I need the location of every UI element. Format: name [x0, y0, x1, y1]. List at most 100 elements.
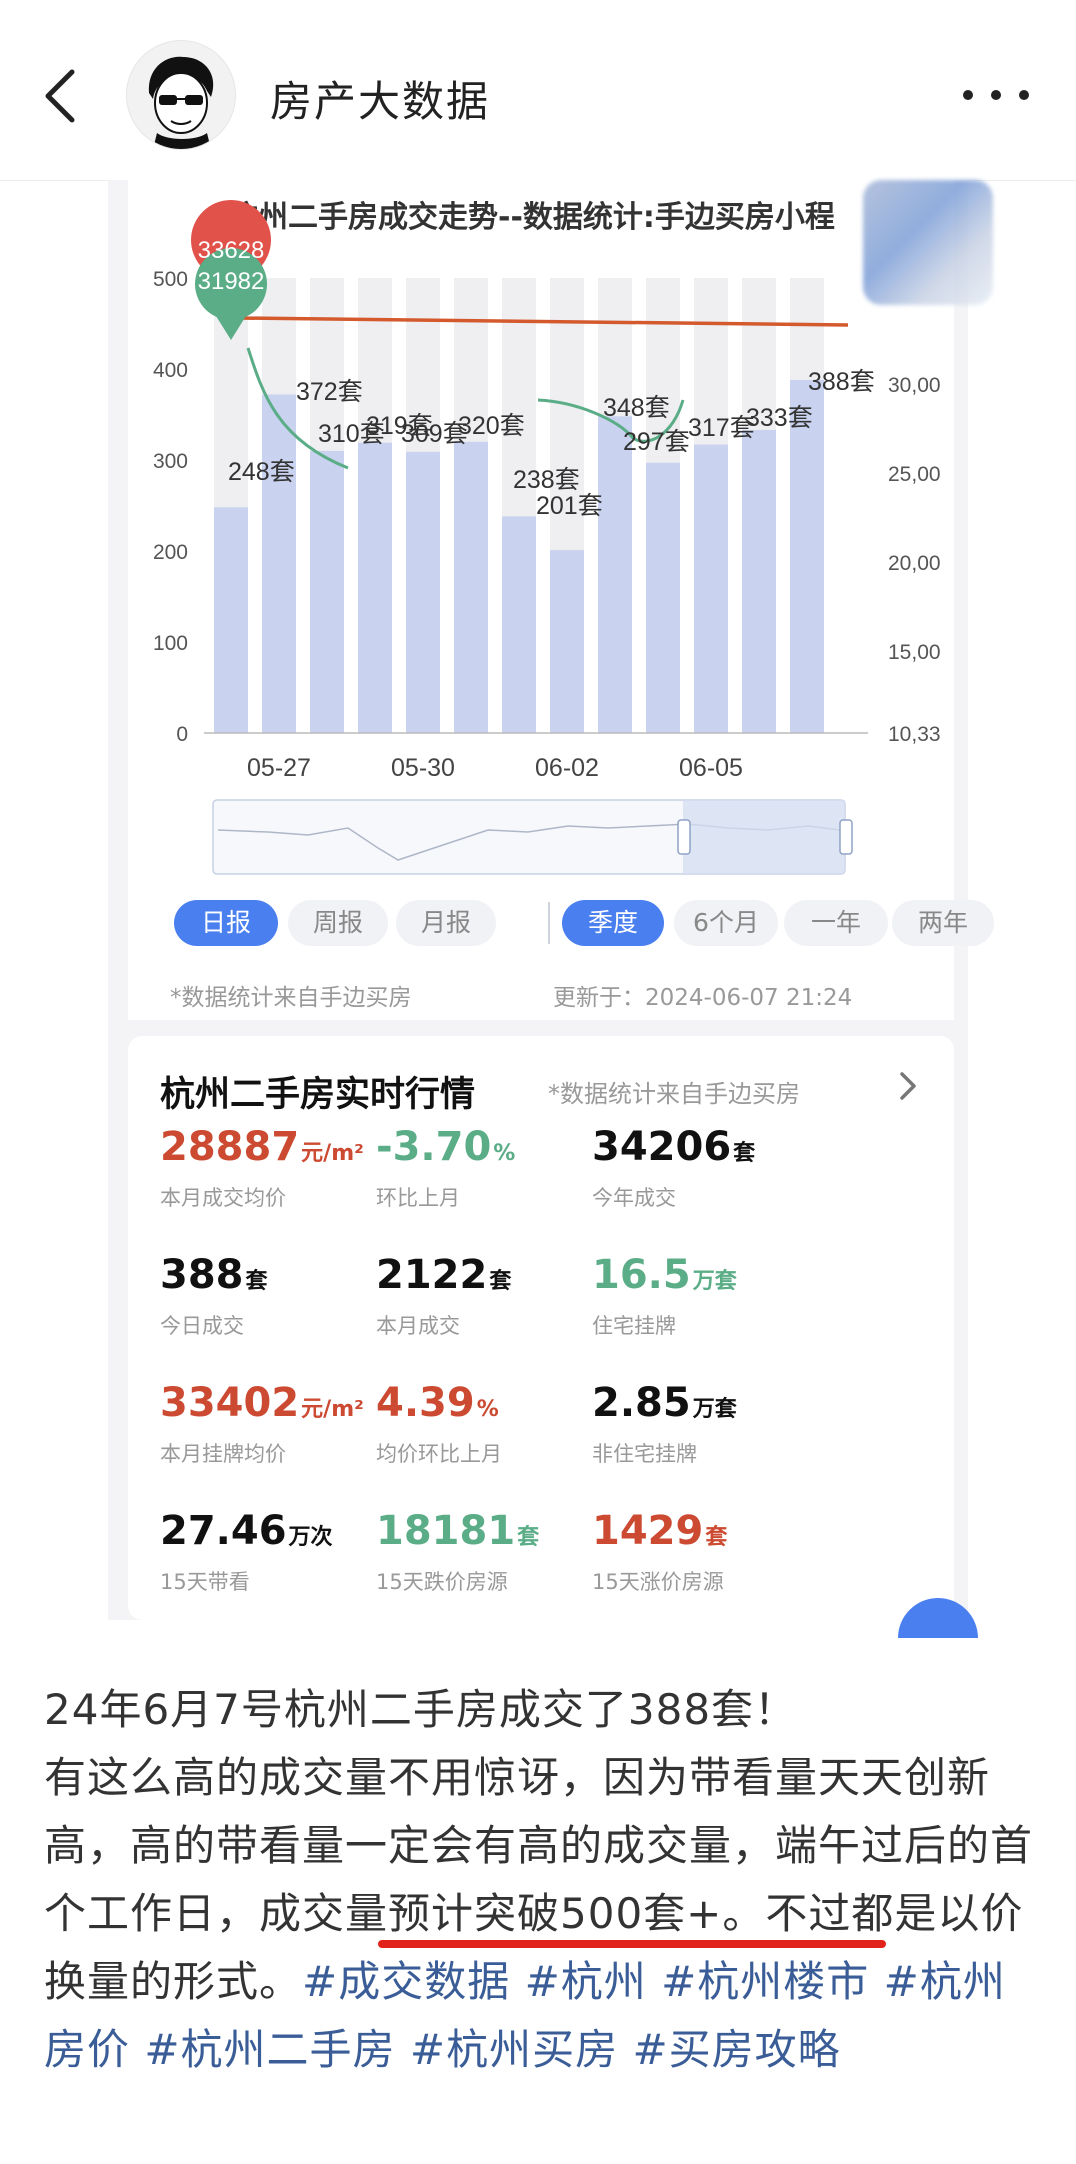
market-subtitle: *数据统计来自手边买房	[548, 1080, 800, 1108]
highlight-underline	[378, 1940, 886, 1948]
avatar-portrait-icon	[148, 56, 214, 149]
post-highlight: 成交量预计突破500套+	[259, 1889, 723, 1938]
tab-weekly[interactable]: 周报	[288, 900, 388, 946]
post-first-line: 24年6月7号杭州二手房成交了388套！	[44, 1685, 798, 1734]
y2-axis-tick-label: 25,00	[888, 463, 941, 486]
stat-number: 2122	[376, 1252, 488, 1298]
stat-number: 33402	[160, 1380, 300, 1426]
more-dots-icon	[963, 90, 1029, 100]
tab-daily[interactable]: 日报	[174, 900, 278, 946]
bar-value-label: 348套	[603, 394, 670, 422]
bar	[262, 394, 296, 733]
bar-value-label: 201套	[536, 492, 603, 520]
tab-one-year[interactable]: 一年	[784, 900, 888, 946]
bar	[646, 462, 680, 733]
stat-number: 34206	[592, 1124, 732, 1170]
chevron-left-icon	[45, 69, 75, 123]
y-axis-tick-label: 0	[176, 723, 188, 746]
bar	[406, 451, 440, 733]
market-more-button[interactable]	[888, 1066, 928, 1106]
y-axis-tick-label: 500	[153, 268, 188, 291]
stat-label: 今年成交	[592, 1186, 676, 1210]
stat-number: 2.85	[592, 1380, 691, 1426]
bar	[598, 416, 632, 733]
bar-value-label: 238套	[513, 466, 580, 494]
post-image[interactable]: 杭州二手房成交走势--数据统计:手边买房小程 0 100 200 300 400 500 1…	[108, 180, 994, 1638]
market-title: 杭州二手房实时行情	[160, 1075, 476, 1115]
bar	[502, 516, 536, 733]
y-axis-tick-label: 300	[153, 450, 188, 473]
stat-number: -3.70	[376, 1124, 492, 1170]
peak-value-label: 31982	[198, 268, 265, 295]
stat-unit: 套	[517, 1525, 540, 1550]
stat-unit: 套	[705, 1525, 728, 1550]
bar	[550, 550, 584, 733]
tab-divider	[548, 902, 550, 944]
post-body: 24年6月7号杭州二手房成交了388套！ 有这么高的成交量不用惊讶，因为带看量天…	[44, 1676, 1034, 2084]
stat-item: 1429套 15天涨价房源	[592, 1508, 852, 1618]
stat-item: 2.85万套 非住宅挂牌	[592, 1380, 852, 1490]
stat-unit: 套	[733, 1141, 756, 1166]
hashtag[interactable]: #杭州买房	[396, 2025, 619, 2074]
y-axis-tick-label: 400	[153, 359, 188, 382]
more-button[interactable]	[956, 70, 1036, 120]
hashtag[interactable]: #杭州楼市	[647, 1957, 870, 2006]
bar-value-label: 248套	[228, 458, 295, 486]
stat-unit: 元/m²	[301, 1141, 364, 1166]
y-axis-tick-label: 200	[153, 541, 188, 564]
hashtag[interactable]: #杭州二手房	[130, 2025, 396, 2074]
x-axis-tick-label: 05-27	[247, 754, 311, 782]
stat-unit: %	[493, 1141, 516, 1166]
bar	[310, 450, 344, 733]
stat-label: 15天涨价房源	[592, 1570, 724, 1594]
x-axis-tick-label: 05-30	[391, 754, 455, 782]
avatar[interactable]	[126, 40, 236, 150]
deal-trend-chart: 0 100 200 300 400 500 10,33 15,00 20,00 25,00 30,0…	[153, 200, 941, 875]
updated-time: 更新于：2024-06-07 21:24	[553, 985, 853, 1011]
bar	[694, 444, 728, 733]
zoom-slider-selection	[683, 800, 845, 874]
market-card: 杭州二手房实时行情 *数据统计来自手边买房 28887元/m² 本月成交均价 -3.…	[128, 1036, 954, 1620]
tab-6-months[interactable]: 6个月	[674, 900, 778, 946]
x-axis-tick-label: 06-05	[679, 754, 743, 782]
source-note: *数据统计来自手边买房	[170, 985, 412, 1011]
stat-unit: 元/m²	[301, 1397, 364, 1422]
zoom-slider-handle-left	[677, 819, 691, 855]
bar	[454, 441, 488, 733]
bar	[742, 429, 776, 733]
stat-unit: 万套	[692, 1397, 737, 1422]
stat-value: 16.5万套	[592, 1252, 852, 1298]
stat-number: 4.39	[376, 1380, 475, 1426]
page-title: 房产大数据	[270, 77, 491, 126]
stat-item: 34206套今年成交	[592, 1124, 852, 1234]
tab-monthly[interactable]: 月报	[396, 900, 496, 946]
tab-two-years[interactable]: 两年	[892, 900, 994, 946]
tab-quarter[interactable]: 季度	[562, 900, 664, 946]
hashtag[interactable]: #成交数据	[302, 1957, 510, 2006]
stat-number: 27.46	[160, 1508, 287, 1554]
bar	[358, 442, 392, 733]
back-button[interactable]	[36, 60, 96, 130]
stat-unit: 万套	[692, 1269, 737, 1294]
post-paragraph: 有这么高的成交量不用惊讶，因为带看量天天创新高，高的带看量一定会有高的成交量，端…	[44, 1744, 1034, 2084]
stat-value: 1429套	[592, 1508, 852, 1554]
stat-unit: %	[476, 1397, 499, 1422]
stat-number: 16.5	[592, 1252, 691, 1298]
stat-value: 34206套	[592, 1124, 852, 1170]
hashtag[interactable]: #买房攻略	[618, 2025, 841, 2074]
y2-axis-tick-label: 10,33	[888, 723, 941, 746]
zoom-slider-handle-right	[839, 819, 853, 855]
stat-value: 2.85万套	[592, 1380, 852, 1426]
bar	[214, 507, 248, 733]
x-axis-tick-label: 06-02	[535, 754, 599, 782]
stat-unit: 套	[245, 1269, 268, 1294]
bar-value-label: 320套	[458, 412, 525, 440]
hashtag[interactable]: #杭州	[510, 1957, 647, 2006]
peak-value-label: 33628	[198, 237, 265, 264]
stat-number: 1429	[592, 1508, 704, 1554]
stat-unit: 万次	[288, 1525, 333, 1550]
bar-value-label: 317套	[688, 414, 755, 442]
y2-axis-tick-label: 15,00	[888, 641, 941, 664]
stat-label: 住宅挂牌	[592, 1314, 676, 1338]
bar-value-label: 297套	[623, 428, 690, 456]
